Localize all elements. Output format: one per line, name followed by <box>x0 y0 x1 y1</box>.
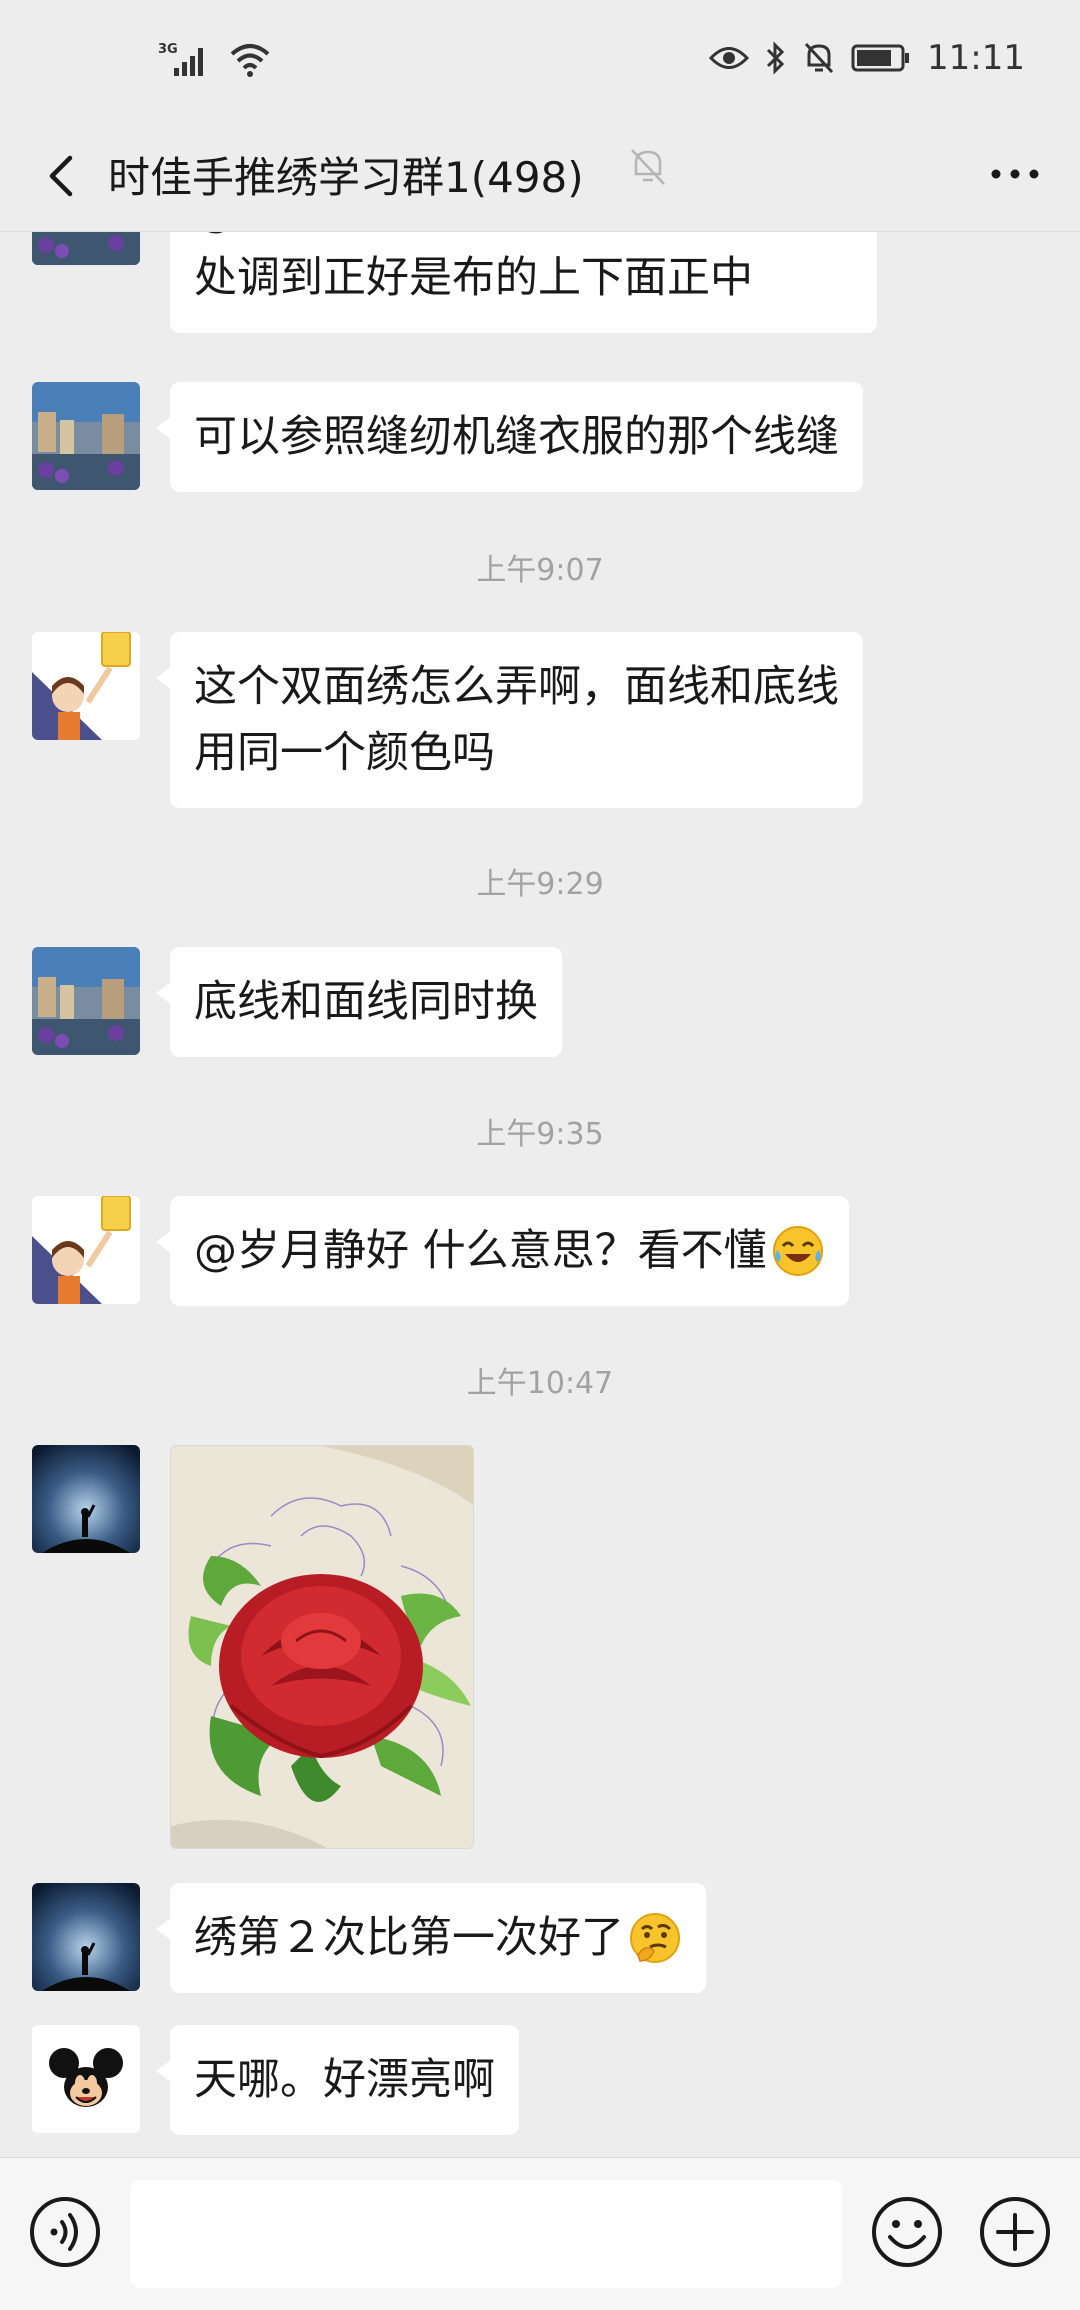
eye-icon <box>709 47 750 69</box>
message-text-line: 底线和面线同时换 <box>194 977 538 1027</box>
time-divider: 上午10:47 <box>466 1366 614 1401</box>
voice-icon[interactable] <box>28 2195 102 2269</box>
clock: 11:11 <box>927 38 1025 78</box>
avatar[interactable] <box>32 1196 140 1304</box>
message-text-line: 天哪。好漂亮啊 <box>194 2055 495 2105</box>
message-bubble[interactable]: 底线和面线同时换 <box>156 947 562 1057</box>
avatar[interactable] <box>32 232 140 265</box>
avatar[interactable] <box>32 947 140 1055</box>
town-photo-image <box>32 947 140 1055</box>
avatar[interactable] <box>32 2025 140 2133</box>
input-bar <box>0 2157 1080 2310</box>
red-rose-embroidery-image <box>171 1446 473 1848</box>
message-text-line: 绣第２次比第一次好了 <box>194 1913 624 1963</box>
message-input[interactable] <box>130 2180 842 2288</box>
message-text-line: @是做各种服装 要把二根线的交接 <box>194 232 853 245</box>
silent-bell-icon <box>804 42 834 74</box>
message-bubble[interactable]: 可以参照缝纫机缝衣服的那个线缝 <box>156 382 863 492</box>
time-divider: 上午9:29 <box>476 867 604 902</box>
status-left: 3G <box>158 40 272 80</box>
avatar[interactable] <box>32 1445 140 1553</box>
chat-title: 时佳手推绣学习群1(498) <box>108 153 584 202</box>
town-photo-image <box>32 382 140 490</box>
signal-icon: 3G <box>158 42 203 76</box>
cartoon-girl-image <box>32 632 140 740</box>
message-bubble[interactable]: @岁月静好 什么意思？看不懂 <box>156 1196 849 1306</box>
time-divider: 上午9:07 <box>476 553 604 588</box>
more-icon[interactable] <box>980 144 1050 204</box>
town-photo-image <box>32 232 140 265</box>
chat-header: 时佳手推绣学习群1(498) <box>0 120 1080 232</box>
avatar[interactable] <box>32 382 140 490</box>
message-text-line: @岁月静好 什么意思？看不懂 <box>194 1226 767 1276</box>
laughing-crying-emoji-icon <box>772 1226 823 1276</box>
wifi-icon <box>230 44 270 77</box>
avatar[interactable] <box>32 632 140 740</box>
message-text-line: 处调到正好是布的上下面正中 <box>194 253 753 303</box>
mickey-image <box>32 2025 140 2133</box>
mute-bell-icon <box>631 149 665 185</box>
message-text-line: 用同一个颜色吗 <box>194 728 495 778</box>
chat-area[interactable]: @是做各种服装 要把二根线的交接 处调到正好是布的上下面正中 可以参照缝纫机缝衣… <box>0 232 1080 2157</box>
message-bubble[interactable]: 这个双面绣怎么弄啊，面线和底线 用同一个颜色吗 <box>156 632 863 808</box>
message-text-line: 这个双面绣怎么弄啊，面线和底线 <box>194 662 839 712</box>
network-type: 3G <box>158 42 178 57</box>
time-divider: 上午9:35 <box>476 1117 604 1152</box>
status-bar: 3G 11:11 <box>0 0 1080 120</box>
message-text-line: 可以参照缝纫机缝衣服的那个线缝 <box>194 412 839 462</box>
plus-icon[interactable] <box>978 2195 1052 2269</box>
battery-icon <box>851 44 910 72</box>
bluetooth-icon <box>766 41 785 75</box>
message-bubble[interactable]: 绣第２次比第一次好了 <box>156 1883 706 1993</box>
emoji-icon[interactable] <box>870 2195 944 2269</box>
night-sky-image <box>32 1883 140 1991</box>
status-right: 11:11 <box>709 38 1025 78</box>
message-bubble[interactable]: 天哪。好漂亮啊 <box>156 2025 519 2135</box>
avatar[interactable] <box>32 1883 140 1991</box>
cartoon-girl-image <box>32 1196 140 1304</box>
night-sky-image <box>32 1445 140 1553</box>
thinking-emoji-icon <box>630 1913 680 1963</box>
message-bubble[interactable]: @是做各种服装 要把二根线的交接 处调到正好是布的上下面正中 <box>170 232 877 333</box>
embroidery-photo[interactable] <box>170 1445 474 1849</box>
back-arrow-icon[interactable] <box>30 140 100 210</box>
